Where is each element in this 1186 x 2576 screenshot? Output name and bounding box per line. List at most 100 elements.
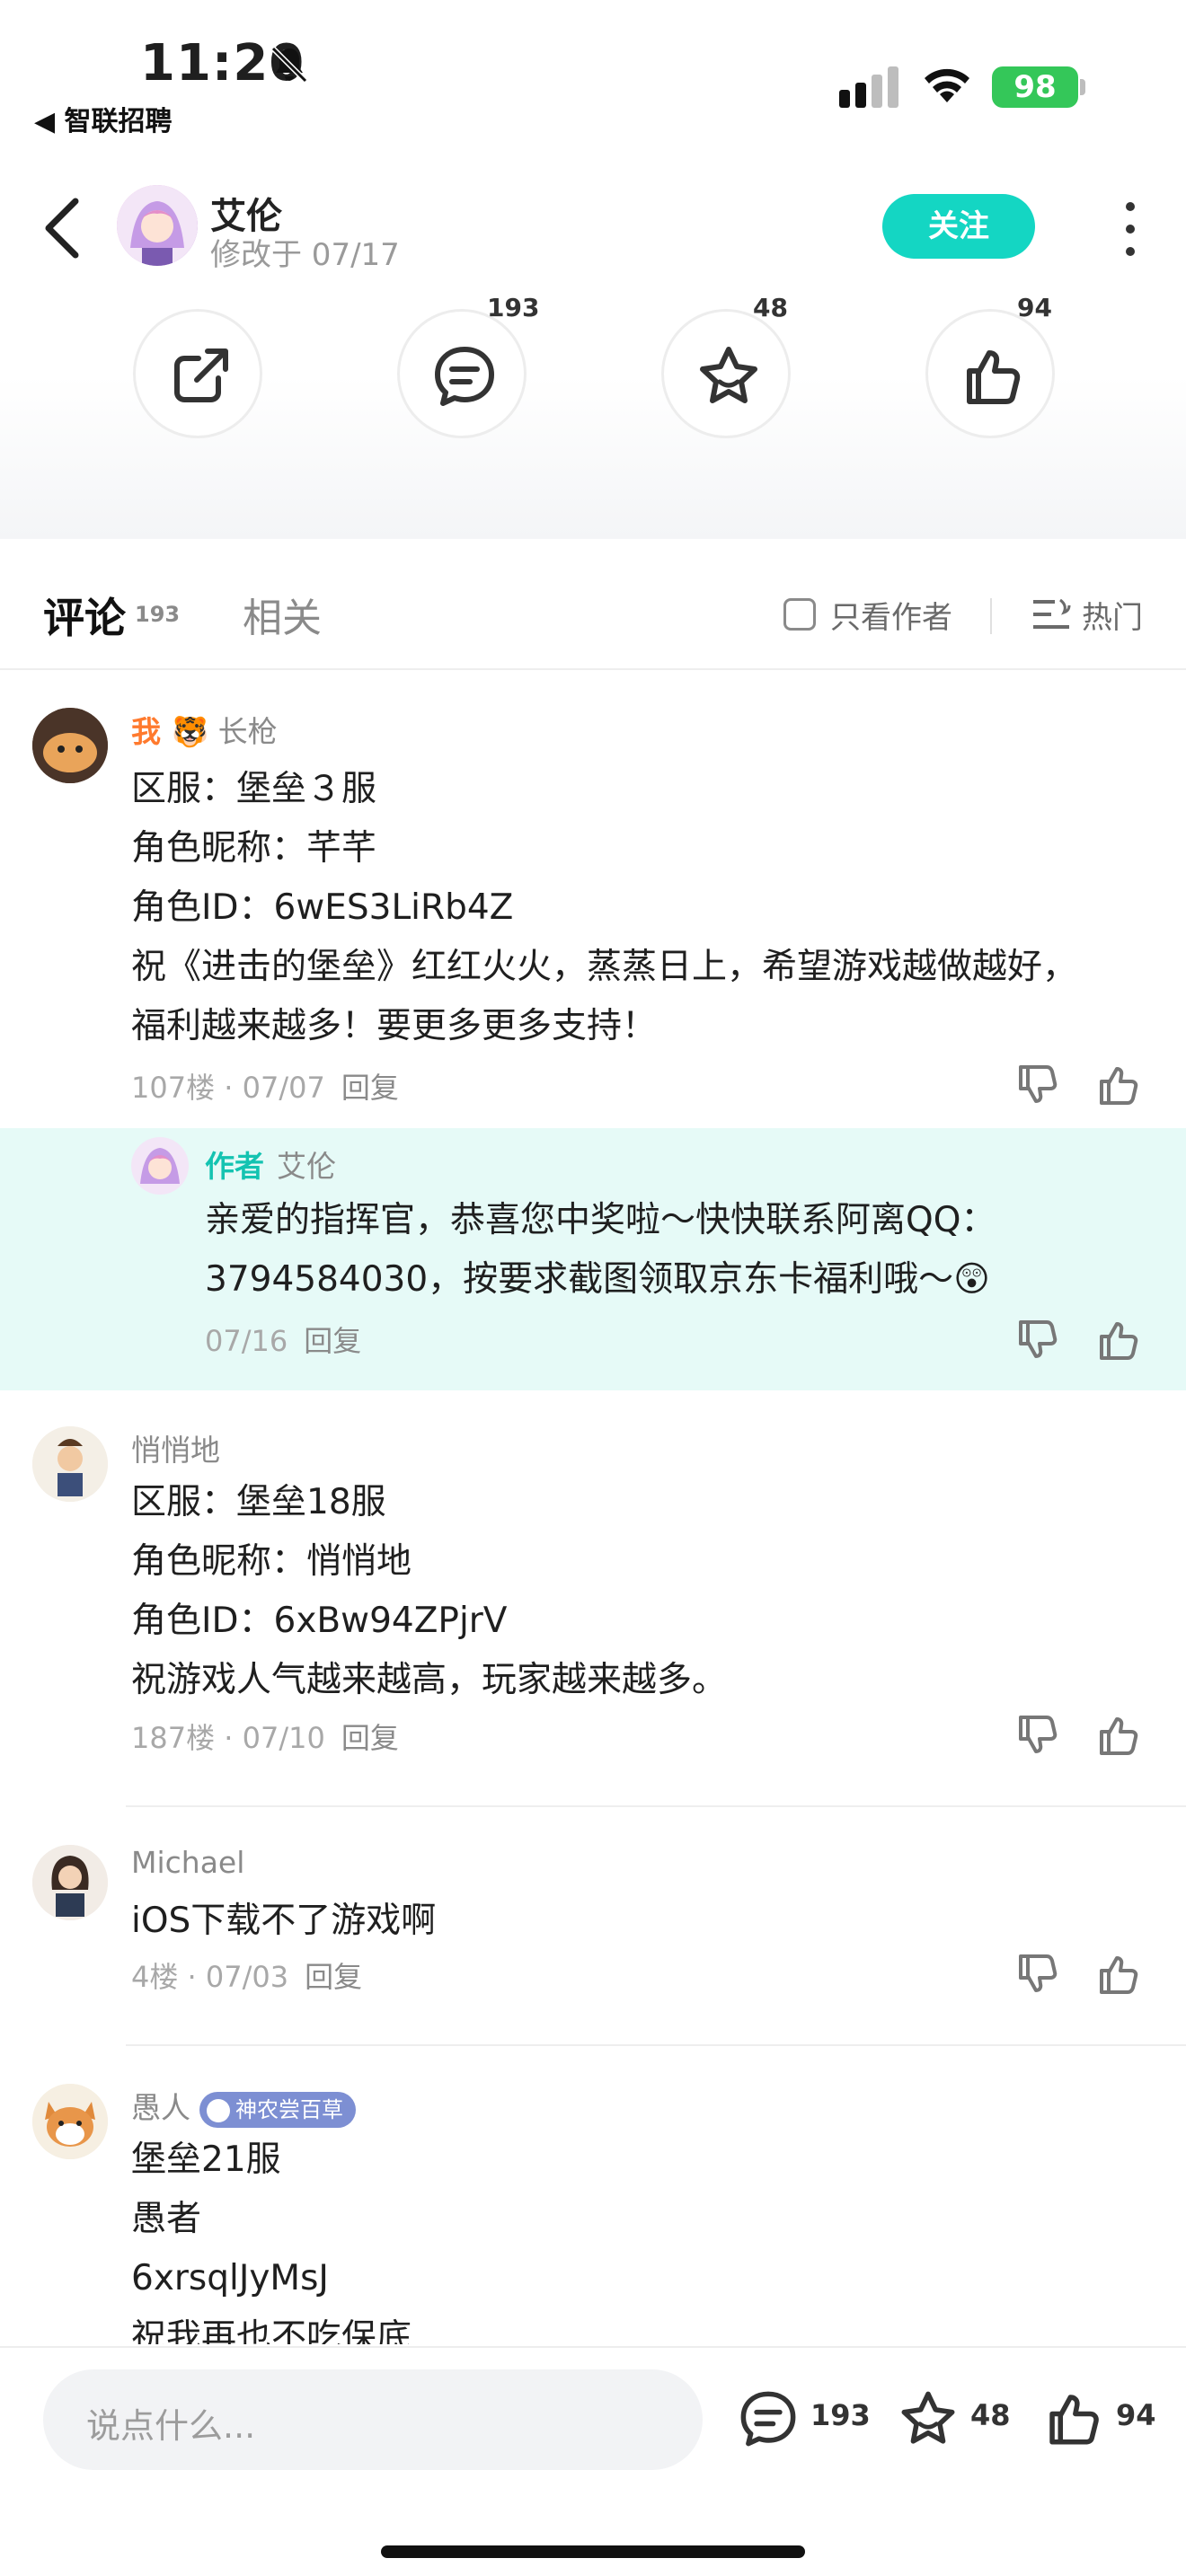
tiger-badge-icon: 🐯 xyxy=(172,714,209,749)
like-button[interactable] xyxy=(925,309,1055,438)
battery-indicator: 98 xyxy=(992,66,1078,108)
comment-username[interactable]: 愚人 神农尝百草 xyxy=(131,2084,356,2128)
user-avatar[interactable] xyxy=(32,2084,108,2159)
anime-avatar-icon xyxy=(140,1148,180,1184)
comment-text: iOS下载不了游戏啊 xyxy=(131,1892,1128,1951)
back-to-app-link[interactable]: ◀ 智联招聘 xyxy=(34,99,173,138)
comment-line: iOS下载不了游戏啊 xyxy=(131,1901,437,1941)
comment-line: 角色昵称：悄悄地 xyxy=(131,1541,412,1582)
star-icon xyxy=(700,347,757,403)
tab-comments[interactable]: 评论 xyxy=(43,586,126,645)
reply-username[interactable]: 作者 艾伦 xyxy=(205,1142,336,1186)
author-reply-avatar[interactable] xyxy=(131,1137,189,1195)
reply-text: 亲爱的指挥官，恭喜您中奖啦～快快联系阿离QQ： 3794584030，按要求截图… xyxy=(205,1191,1139,1310)
comment-meta: 107楼 · 07/07 回复 xyxy=(131,1065,399,1107)
floor-and-date: 107楼 · 07/07 xyxy=(131,1071,325,1105)
reply-link[interactable]: 回复 xyxy=(341,1721,399,1755)
dislike-icon[interactable] xyxy=(1013,1317,1060,1363)
reply-link[interactable]: 回复 xyxy=(341,1071,399,1105)
comment-line: 角色ID：6wES3LiRb4Z xyxy=(131,887,514,928)
character-avatar-icon xyxy=(32,1426,108,1502)
favorite-button[interactable] xyxy=(661,309,791,438)
bell-muted-icon xyxy=(270,46,308,84)
thumbs-up-icon xyxy=(967,350,1021,404)
reply-meta: 07/16 回复 xyxy=(205,1319,361,1360)
comment-line: 福利越来越多！要更多更多支持！ xyxy=(131,1006,658,1046)
star-icon[interactable] xyxy=(897,2387,960,2450)
back-arrow-icon[interactable] xyxy=(36,194,86,262)
author-only-checkbox[interactable] xyxy=(783,598,816,631)
comment-button[interactable] xyxy=(397,309,527,438)
more-options-icon[interactable] xyxy=(1114,198,1146,260)
author-tag: 作者 xyxy=(205,1149,264,1184)
reply-link[interactable]: 回复 xyxy=(304,1324,361,1358)
comment-line: 祝《进击的堡垒》红红火火，蒸蒸日上，希望游戏越做越好， xyxy=(131,947,1078,987)
dislike-icon[interactable] xyxy=(1013,1062,1060,1108)
tab-related[interactable]: 相关 xyxy=(243,586,322,643)
thumbs-up-icon[interactable] xyxy=(1042,2387,1105,2450)
share-icon xyxy=(174,348,228,402)
bottom-bar: 说点什么... 193 48 94 xyxy=(0,2346,1186,2576)
status-bar: 11:20 ◀ 智联招聘 98 xyxy=(0,0,1186,153)
bear-avatar-icon xyxy=(32,708,108,783)
comment-input-placeholder: 说点什么... xyxy=(86,2406,256,2446)
like-icon[interactable] xyxy=(1094,1712,1141,1759)
comment-username[interactable]: 我 🐯 长枪 xyxy=(131,708,278,751)
gamepad-icon xyxy=(207,2098,230,2122)
reply-line: 亲爱的指挥官，恭喜您中奖啦～快快联系阿离QQ： xyxy=(205,1200,996,1240)
battery-tip xyxy=(1080,79,1085,95)
character-avatar-icon xyxy=(32,1845,108,1920)
reply-date: 07/16 xyxy=(205,1324,288,1358)
badge-label: 神农尝百草 xyxy=(235,2096,343,2122)
comment-meta: 4楼 · 07/03 回复 xyxy=(131,1954,362,1996)
comment-bubble-icon[interactable] xyxy=(737,2387,800,2450)
tab-comments-count: 193 xyxy=(135,602,181,627)
like-count: 94 xyxy=(1017,293,1052,322)
comment-line: 6xrsqlJyMsJ xyxy=(131,2258,329,2298)
user-avatar[interactable] xyxy=(32,708,108,783)
user-avatar[interactable] xyxy=(32,1426,108,1502)
share-button[interactable] xyxy=(133,309,262,438)
comment-line: 角色ID：6xBw94ZPjrV xyxy=(131,1601,508,1641)
comment-tabs: 评论 193 相关 只看作者 热门 xyxy=(0,566,1186,670)
comment-input[interactable]: 说点什么... xyxy=(43,2369,703,2470)
comment-text: 区服：堡垒18服 角色昵称：悄悄地 角色ID：6xBw94ZPjrV 祝游戏人气… xyxy=(131,1473,1128,1710)
username-text: 长枪 xyxy=(217,714,278,749)
bottom-star-count: 48 xyxy=(970,2398,1011,2432)
sort-icon[interactable] xyxy=(1031,596,1071,632)
comment-line: 区服：堡垒３服 xyxy=(131,769,377,809)
comment-meta: 187楼 · 07/10 回复 xyxy=(131,1716,399,1757)
shiba-dog-avatar-icon xyxy=(32,2084,108,2159)
sort-hot-label[interactable]: 热门 xyxy=(1082,593,1143,637)
comment-line: 祝我再也不吃保底 xyxy=(131,2317,412,2344)
comment-username[interactable]: Michael xyxy=(131,1845,244,1880)
like-icon[interactable] xyxy=(1094,1062,1141,1108)
user-badge: 神农尝百草 xyxy=(199,2091,356,2128)
floor-and-date: 4楼 · 07/03 xyxy=(131,1960,289,1994)
dislike-icon[interactable] xyxy=(1013,1951,1060,1998)
author-reply: 作者 艾伦 亲爱的指挥官，恭喜您中奖啦～快快联系阿离QQ： 3794584030，… xyxy=(0,1128,1186,1390)
comment-separator xyxy=(126,1805,1186,1807)
comment-line: 区服：堡垒18服 xyxy=(131,1482,386,1522)
reply-username-text: 艾伦 xyxy=(277,1149,336,1184)
anime-avatar-icon xyxy=(117,185,198,266)
username-text: 愚人 xyxy=(131,2090,190,2125)
comment-separator xyxy=(126,2044,1186,2046)
home-indicator xyxy=(381,2545,805,2558)
comment-text: 堡垒21服 愚者 6xrsqlJyMsJ 祝我再也不吃保底 xyxy=(131,2130,1128,2344)
comment-username[interactable]: 悄悄地 xyxy=(131,1426,220,1469)
dislike-icon[interactable] xyxy=(1013,1712,1060,1759)
star-count: 48 xyxy=(753,293,788,322)
modified-date: 修改于 07/17 xyxy=(210,237,400,273)
like-icon[interactable] xyxy=(1094,1951,1141,1998)
follow-button[interactable]: 关注 xyxy=(882,194,1035,259)
author-only-label[interactable]: 只看作者 xyxy=(830,593,952,637)
like-icon[interactable] xyxy=(1094,1317,1141,1363)
wifi-icon xyxy=(925,68,969,102)
user-avatar[interactable] xyxy=(32,1845,108,1920)
comment-line: 角色昵称：芊芊 xyxy=(131,828,377,869)
author-avatar[interactable] xyxy=(117,185,198,266)
comment-list: 我 🐯 长枪 区服：堡垒３服 角色昵称：芊芊 角色ID：6wES3LiRb4Z 祝… xyxy=(0,672,1186,2344)
post-actions: 193 48 94 xyxy=(0,287,1186,539)
reply-link[interactable]: 回复 xyxy=(305,1960,362,1994)
